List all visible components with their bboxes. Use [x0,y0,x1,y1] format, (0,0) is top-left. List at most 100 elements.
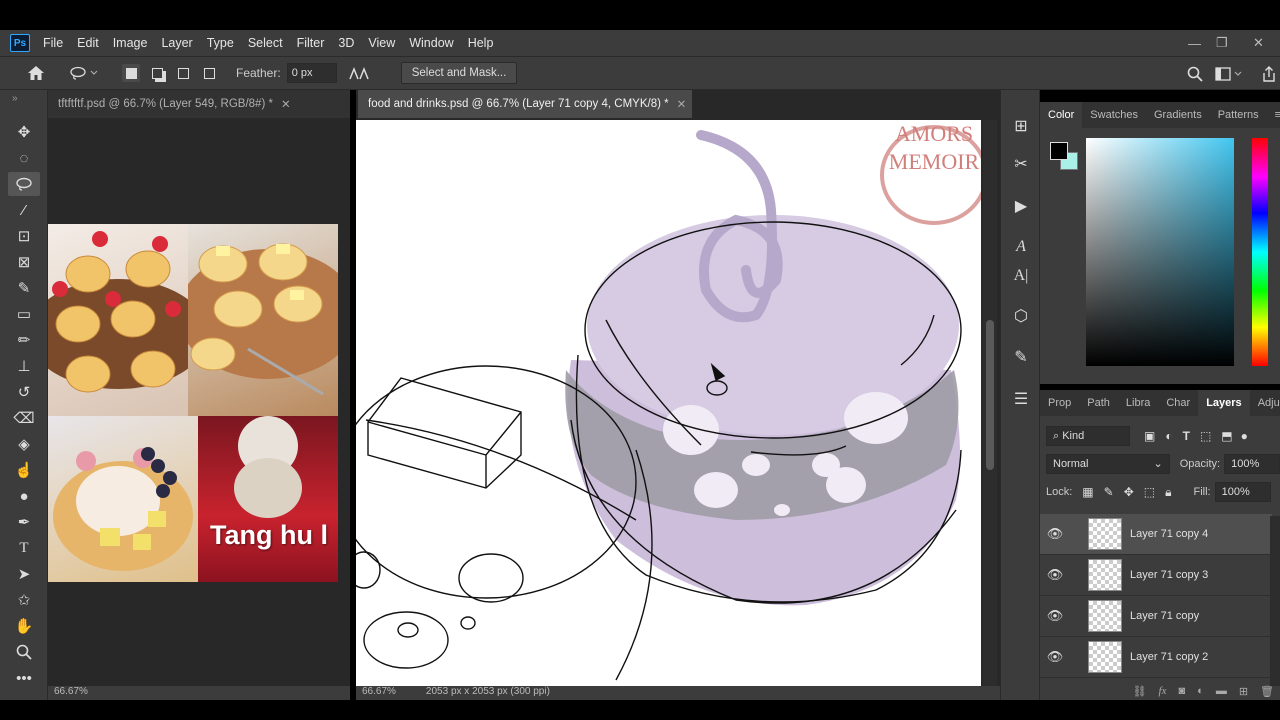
paragraph-panel-icon[interactable]: A| [1007,262,1035,290]
layer-row[interactable]: 👁︎ Layer 71 copy [1040,596,1272,637]
tab-document-2[interactable]: food and drinks.psd @ 66.7% (Layer 71 co… [358,90,692,118]
tab-patterns[interactable]: Patterns [1210,102,1267,128]
menu-file[interactable]: File [36,36,70,50]
menu-view[interactable]: View [361,36,402,50]
menu-select[interactable]: Select [241,36,290,50]
menu-window[interactable]: Window [402,36,460,50]
layer-row[interactable]: 👁︎ Layer 71 copy 4 [1040,514,1272,555]
layer-row[interactable]: 👁︎ Layer 71 copy 3 [1040,555,1272,596]
hue-slider[interactable] [1252,138,1268,366]
close-tab-icon[interactable]: ✕ [677,97,687,111]
foreground-color-swatch[interactable] [1050,142,1068,160]
visibility-eye-icon[interactable]: 👁︎ [1040,649,1070,665]
brush-settings-icon[interactable]: ✎ [1007,343,1035,371]
healing-brush-tool-icon[interactable]: ▭ [8,302,40,326]
eyedropper-tool-icon[interactable]: ✎ [8,276,40,300]
color-picker-field[interactable] [1086,138,1234,366]
tab-character[interactable]: Char [1158,390,1198,416]
tab-layers[interactable]: Layers [1198,390,1250,416]
shape-tool-icon[interactable]: ✩ [8,588,40,612]
zoom-tool-icon[interactable] [8,640,40,664]
tab-properties[interactable]: Prop [1040,390,1079,416]
menu-edit[interactable]: Edit [70,36,106,50]
add-mask-icon[interactable]: ◙ [1179,685,1186,697]
tab-adjustments[interactable]: Adjus [1250,390,1280,416]
lock-pixels-icon[interactable]: ✎ [1104,485,1114,499]
tab-libraries[interactable]: Libra [1118,390,1158,416]
scrollbar-thumb[interactable] [986,320,994,470]
magic-wand-tool-icon[interactable]: ⁄ [8,198,40,222]
drawing-canvas[interactable]: AMORS MEMOIR [356,120,981,686]
collapse-toolbar-icon[interactable]: » [12,92,44,104]
type-tool-icon[interactable]: T [8,536,40,560]
filter-adjustment-icon[interactable]: ◐ [1165,429,1172,443]
feather-input[interactable]: 0 px [286,63,337,83]
hand-tool-icon[interactable]: ✋ [8,614,40,638]
eraser-tool-icon[interactable]: ⌫ [8,406,40,430]
filter-type-icon[interactable]: T [1183,429,1190,443]
close-tab-icon[interactable]: ✕ [281,97,291,111]
subtract-selection-icon[interactable] [174,64,192,82]
tab-gradients[interactable]: Gradients [1146,102,1210,128]
tool-presets-icon[interactable]: ✂ [1007,150,1035,178]
properties-sliders-icon[interactable]: ☰ [1007,385,1035,413]
lasso-tool-icon[interactable] [8,172,40,196]
link-layers-icon[interactable]: ⛓ [1133,685,1147,698]
visibility-eye-icon[interactable]: 👁︎ [1040,526,1070,542]
lasso-preset-icon[interactable] [64,66,104,80]
layer-style-icon[interactable]: fx [1159,685,1167,697]
menu-3d[interactable]: 3D [331,36,361,50]
intersect-selection-icon[interactable] [200,64,218,82]
lock-all-icon[interactable]: 🔒︎ [1165,485,1171,500]
lock-artboard-icon[interactable]: ⬚ [1144,485,1155,499]
character-panel-icon[interactable]: A [1007,233,1035,261]
brush-tool-icon[interactable]: ✏ [8,328,40,352]
new-selection-icon[interactable] [122,64,140,82]
layer-row[interactable]: 👁︎ Layer 71 copy 2 [1040,637,1272,678]
home-icon[interactable] [22,65,50,81]
share-icon[interactable] [1260,65,1278,83]
clone-stamp-tool-icon[interactable]: ⊥ [8,354,40,378]
tab-paths[interactable]: Path [1079,390,1118,416]
opacity-input[interactable]: 100% [1224,454,1280,474]
actions-play-icon[interactable]: ▶ [1007,192,1035,220]
tab-document-1[interactable]: tftftftf.psd @ 66.7% (Layer 549, RGB/8#)… [48,90,350,118]
menu-layer[interactable]: Layer [154,36,199,50]
filter-toggle-icon[interactable]: ● [1241,429,1248,443]
smudge-tool-icon[interactable]: ☝ [8,458,40,482]
pen-tool-icon[interactable]: ✒ [8,510,40,534]
fill-input[interactable]: 100% [1214,482,1271,502]
menu-filter[interactable]: Filter [290,36,332,50]
lock-position-icon[interactable]: ✥ [1124,485,1134,499]
add-selection-icon[interactable] [148,64,166,82]
select-and-mask-button[interactable]: Select and Mask... [400,62,518,84]
close-window-icon[interactable]: ✕ [1253,30,1264,56]
menu-image[interactable]: Image [106,36,155,50]
path-selection-tool-icon[interactable]: ➤ [8,562,40,586]
dodge-tool-icon[interactable]: ● [8,484,40,508]
delete-layer-icon[interactable]: 🗑︎ [1260,685,1274,698]
search-icon[interactable] [1186,65,1204,83]
anti-alias-icon[interactable] [347,66,371,80]
paint-bucket-tool-icon[interactable]: ◈ [8,432,40,456]
menu-help[interactable]: Help [461,36,501,50]
lock-transparent-icon[interactable]: ▦ [1082,485,1093,499]
minimize-icon[interactable]: — [1188,30,1201,56]
crop-tool-icon[interactable]: ⊡ [8,224,40,248]
new-layer-icon[interactable]: ⊞ [1239,685,1248,698]
visibility-eye-icon[interactable]: 👁︎ [1040,608,1070,624]
menu-type[interactable]: Type [200,36,241,50]
3d-panel-icon[interactable]: ⬡ [1007,302,1035,330]
more-tools-icon[interactable]: ••• [8,666,40,690]
tab-color[interactable]: Color [1040,102,1083,128]
tab-swatches[interactable]: Swatches [1082,102,1146,128]
new-group-icon[interactable]: ▬ [1216,685,1227,697]
workspace-icon[interactable] [1214,65,1244,83]
marquee-tool-icon[interactable]: ◌ [8,146,40,170]
panel-menu-icon[interactable]: ≡ [1267,102,1280,128]
new-adjustment-icon[interactable]: ◐ [1197,685,1204,697]
vertical-scrollbar[interactable] [983,120,997,686]
filter-smart-object-icon[interactable]: ⬒ [1221,429,1232,443]
filter-shape-icon[interactable]: ⬚ [1200,429,1211,443]
move-tool-icon[interactable]: ✥ [8,120,40,144]
